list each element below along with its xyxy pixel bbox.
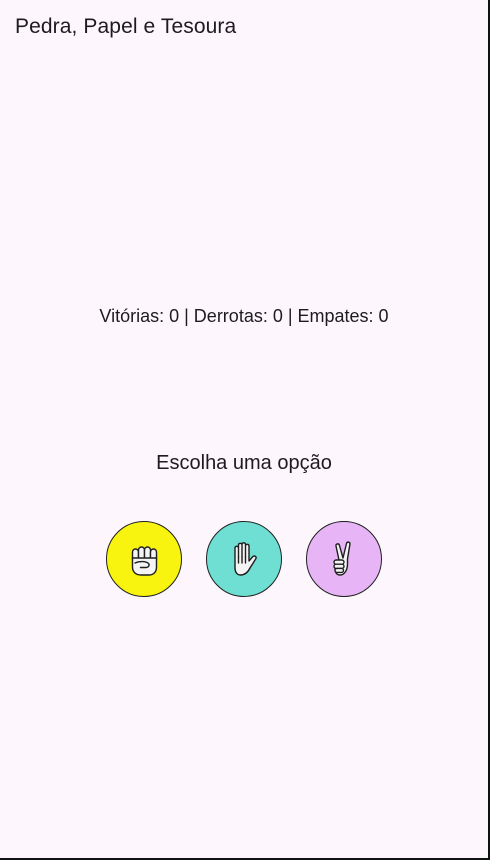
scissors-victory-icon	[333, 541, 351, 576]
scoreboard: Vitórias: 0 | Derrotas: 0 | Empates: 0	[99, 306, 389, 326]
scissors-button[interactable]	[306, 521, 382, 597]
choose-option-prompt: Escolha uma opção	[156, 452, 332, 474]
rock-fist-icon	[131, 546, 158, 576]
paper-button[interactable]	[206, 521, 282, 597]
paper-hand-icon	[234, 542, 257, 576]
app-title: Pedra, Papel e Tesoura	[15, 15, 237, 38]
rock-button[interactable]	[106, 521, 182, 597]
app-bar: Pedra, Papel e Tesoura	[0, 0, 488, 56]
choice-buttons	[106, 521, 382, 599]
game-screen: Pedra, Papel e Tesoura Vitórias: 0 | Der…	[0, 0, 490, 860]
